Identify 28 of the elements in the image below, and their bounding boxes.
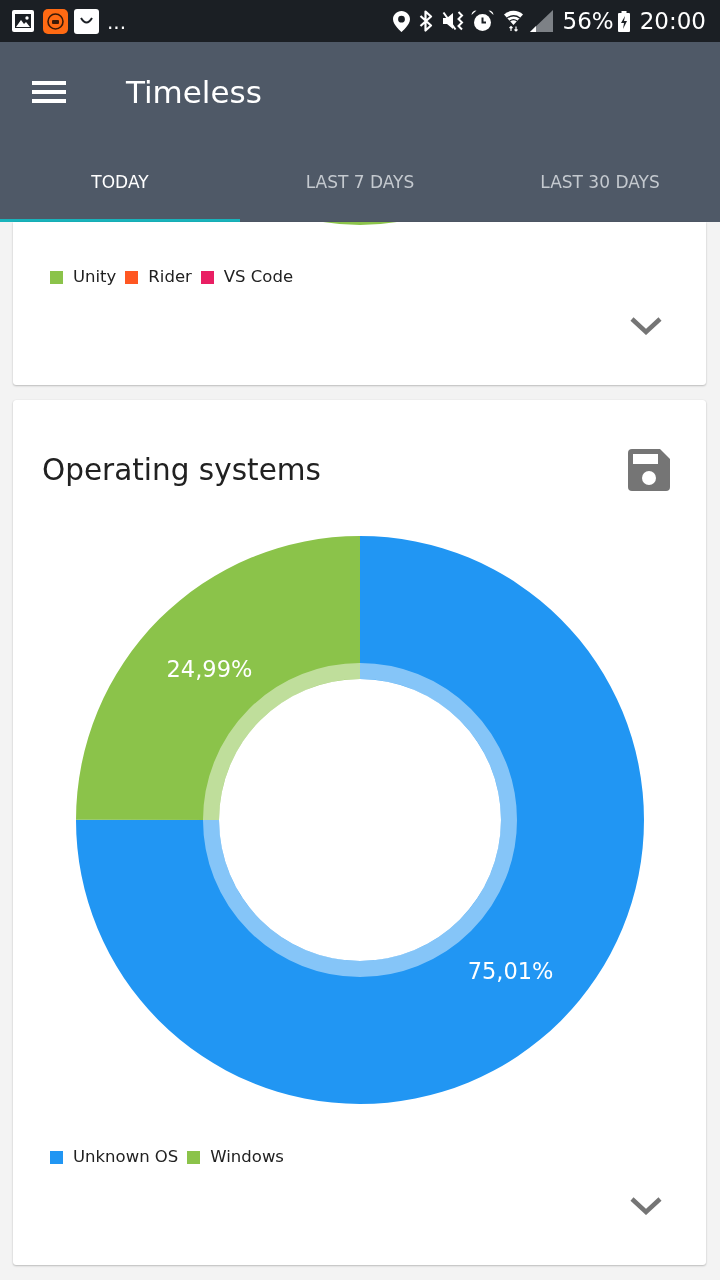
clock-time: 20:00 xyxy=(639,7,706,35)
slice-label: 24,99% xyxy=(166,656,252,683)
battery-charging-icon xyxy=(617,10,630,32)
chevron-icon[interactable] xyxy=(630,317,662,335)
notification-overflow: ... xyxy=(107,10,127,32)
legend-label: Rider xyxy=(148,267,192,287)
tab[interactable]: LAST 30 DAYS xyxy=(480,142,720,222)
mute-vibrate-icon xyxy=(441,10,464,32)
bluetooth-icon xyxy=(418,10,433,32)
chevron-icon[interactable] xyxy=(630,1197,662,1215)
shopping-bag-icon xyxy=(74,8,99,34)
legend-label: Unity xyxy=(73,267,117,287)
signal-icon xyxy=(529,10,553,32)
save-icon[interactable] xyxy=(628,449,670,491)
wifi-icon xyxy=(503,10,523,32)
alarm-clock-icon xyxy=(470,10,494,32)
gallery-icon xyxy=(12,10,34,32)
menu-icon[interactable] xyxy=(32,81,66,103)
tab[interactable]: LAST 7 DAYS xyxy=(240,142,480,222)
card-title: Operating systems xyxy=(42,452,321,488)
legend-label: Unknown OS xyxy=(73,1147,179,1167)
legend-label: Windows xyxy=(210,1147,284,1167)
app-title: Timeless xyxy=(126,73,262,111)
slice-label: 75,01% xyxy=(467,957,553,984)
battery-percent: 56% xyxy=(562,7,614,35)
legend-label: VS Code xyxy=(223,267,294,287)
location-pin-icon xyxy=(392,10,410,32)
app-icon xyxy=(43,8,68,34)
